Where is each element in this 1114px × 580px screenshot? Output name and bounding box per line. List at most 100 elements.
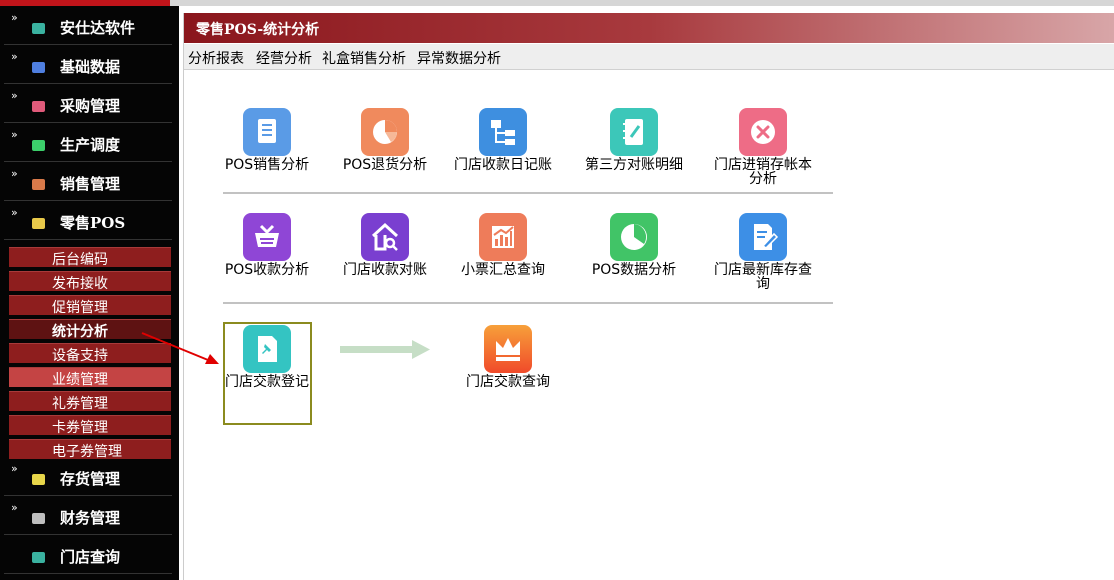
tile xyxy=(243,213,291,261)
sidebar: » 安仕达软件 » 基础数据 » 采购管理 » 生产调度 » 销售管理 » 零售… xyxy=(0,6,179,580)
org-chart-icon xyxy=(491,120,515,145)
double-chevron-icon: » xyxy=(11,501,18,514)
item-label: POS数据分析 xyxy=(591,262,677,278)
double-chevron-icon: » xyxy=(11,89,18,102)
menu-label: 安仕达软件 xyxy=(60,19,136,37)
blue-cube-icon xyxy=(32,62,45,73)
flow-arrow-icon xyxy=(340,340,430,359)
double-chevron-down-icon: » xyxy=(11,206,18,219)
sidebar-menu-inventory[interactable]: » 存货管理 xyxy=(4,459,172,496)
page-title: 零售POS-统计分析 xyxy=(196,22,320,38)
orange-cube-icon xyxy=(32,179,45,190)
submenu-item[interactable]: 后台编码 xyxy=(9,247,171,268)
third-party-reconciliation-item[interactable]: 第三方对账明细 xyxy=(579,108,689,188)
menu-label: 零售POS xyxy=(60,214,126,232)
tile xyxy=(739,108,787,156)
item-label: 第三方对账明细 xyxy=(585,157,683,173)
row-divider xyxy=(223,302,833,304)
receipt-summary-query-item[interactable]: 小票汇总查询 xyxy=(448,213,558,293)
sidebar-menu-company[interactable]: » 安仕达软件 xyxy=(4,8,172,45)
tile xyxy=(479,213,527,261)
double-chevron-icon: » xyxy=(11,167,18,180)
pos-payment-analysis-item[interactable]: POS收款分析 xyxy=(212,213,322,293)
submenu-item[interactable]: 设备支持 xyxy=(9,343,171,364)
double-chevron-icon: » xyxy=(11,11,18,24)
store-cash-journal-item[interactable]: 门店收款日记账 xyxy=(448,108,558,188)
pie-chart-icon xyxy=(373,120,397,144)
submenu-label: 电子券管理 xyxy=(52,444,122,460)
store-payment-register-item[interactable]: 门店交款登记 xyxy=(212,325,322,405)
store-latest-stock-query-item[interactable]: 门店最新库存查询 xyxy=(708,213,818,293)
item-label: 门店交款查询 xyxy=(466,374,550,390)
submenu-label: 促销管理 xyxy=(52,300,108,316)
tile xyxy=(243,108,291,156)
notebook-icon xyxy=(623,119,643,145)
pin-document-icon xyxy=(258,336,277,362)
item-label: 门店进销存帐本分析 xyxy=(714,157,812,187)
tile xyxy=(484,325,532,373)
sidebar-menu-sales[interactable]: » 销售管理 xyxy=(4,164,172,201)
tab-analysis-report[interactable]: 分析报表 xyxy=(188,48,244,68)
main-panel: 零售POS-统计分析 分析报表 经营分析 礼盒销售分析 异常数据分析 POS销售… xyxy=(183,13,1114,580)
yellow-cube-icon xyxy=(32,474,45,485)
menu-label: 基础数据 xyxy=(60,58,121,76)
teal-cube-icon xyxy=(32,552,45,563)
submenu-item[interactable]: 礼券管理 xyxy=(9,391,171,412)
store-inventory-ledger-item[interactable]: 门店进销存帐本分析 xyxy=(708,108,818,188)
tile xyxy=(361,213,409,261)
submenu-item-active[interactable]: 统计分析 xyxy=(9,319,171,340)
tab-business-analysis[interactable]: 经营分析 xyxy=(256,48,312,68)
sidebar-menu-store-query[interactable]: 门店查询 xyxy=(4,537,172,574)
tile xyxy=(361,108,409,156)
sidebar-menu-basic-data[interactable]: » 基础数据 xyxy=(4,47,172,84)
tile xyxy=(739,213,787,261)
menu-label: 生产调度 xyxy=(60,136,121,154)
tab-abnormal-data[interactable]: 异常数据分析 xyxy=(417,48,501,68)
item-label: 门店最新库存查询 xyxy=(714,262,812,292)
sidebar-menu-retail-pos[interactable]: » 零售POS xyxy=(4,203,172,240)
submenu-label: 发布接收 xyxy=(52,276,108,292)
pos-data-analysis-item[interactable]: POS数据分析 xyxy=(579,213,689,293)
item-label: POS销售分析 xyxy=(224,157,310,173)
item-label: POS退货分析 xyxy=(342,157,428,173)
panel-titlebar: 零售POS-统计分析 xyxy=(184,13,1114,43)
close-circle-icon xyxy=(751,120,775,144)
sidebar-menu-purchase[interactable]: » 采购管理 xyxy=(4,86,172,123)
submenu-item-hover[interactable]: 业绩管理 xyxy=(9,367,171,388)
item-label: 小票汇总查询 xyxy=(461,262,545,278)
yellow-cube-icon xyxy=(32,218,45,229)
tab-gift-box-sales[interactable]: 礼盒销售分析 xyxy=(322,48,406,68)
bar-chart-icon xyxy=(492,226,514,248)
pos-sales-analysis-item[interactable]: POS销售分析 xyxy=(212,108,322,188)
gray-cube-icon xyxy=(32,513,45,524)
crown-icon xyxy=(496,338,520,361)
menu-label: 销售管理 xyxy=(60,175,121,193)
item-label: POS收款分析 xyxy=(224,262,310,278)
submenu-item[interactable]: 电子券管理 xyxy=(9,439,171,460)
submenu-label: 业绩管理 xyxy=(52,372,108,388)
sidebar-menu-production[interactable]: » 生产调度 xyxy=(4,125,172,162)
tile xyxy=(610,213,658,261)
menu-label: 存货管理 xyxy=(60,470,121,488)
tile xyxy=(243,325,291,373)
submenu-item[interactable]: 促销管理 xyxy=(9,295,171,316)
store-payment-reconciliation-item[interactable]: 门店收款对账 xyxy=(330,213,440,293)
submenu-label: 礼券管理 xyxy=(52,396,108,412)
store-payment-query-item[interactable]: 门店交款查询 xyxy=(453,325,563,405)
tab-bar: 分析报表 经营分析 礼盒销售分析 异常数据分析 xyxy=(184,44,1114,70)
item-label: 门店交款登记 xyxy=(225,374,309,390)
submenu-label: 后台编码 xyxy=(52,252,108,268)
submenu-label: 卡券管理 xyxy=(52,420,108,436)
item-label: 门店收款对账 xyxy=(343,262,427,278)
menu-label: 采购管理 xyxy=(60,97,121,115)
submenu-item[interactable]: 发布接收 xyxy=(9,271,171,292)
submenu-item[interactable]: 卡券管理 xyxy=(9,415,171,436)
submenu-label: 统计分析 xyxy=(52,324,108,340)
item-label: 门店收款日记账 xyxy=(454,157,552,173)
green-cube-icon xyxy=(32,140,45,151)
double-chevron-icon: » xyxy=(11,128,18,141)
pos-return-analysis-item[interactable]: POS退货分析 xyxy=(330,108,440,188)
double-chevron-icon: » xyxy=(11,462,18,475)
sidebar-menu-finance[interactable]: » 财务管理 xyxy=(4,498,172,535)
tile xyxy=(479,108,527,156)
